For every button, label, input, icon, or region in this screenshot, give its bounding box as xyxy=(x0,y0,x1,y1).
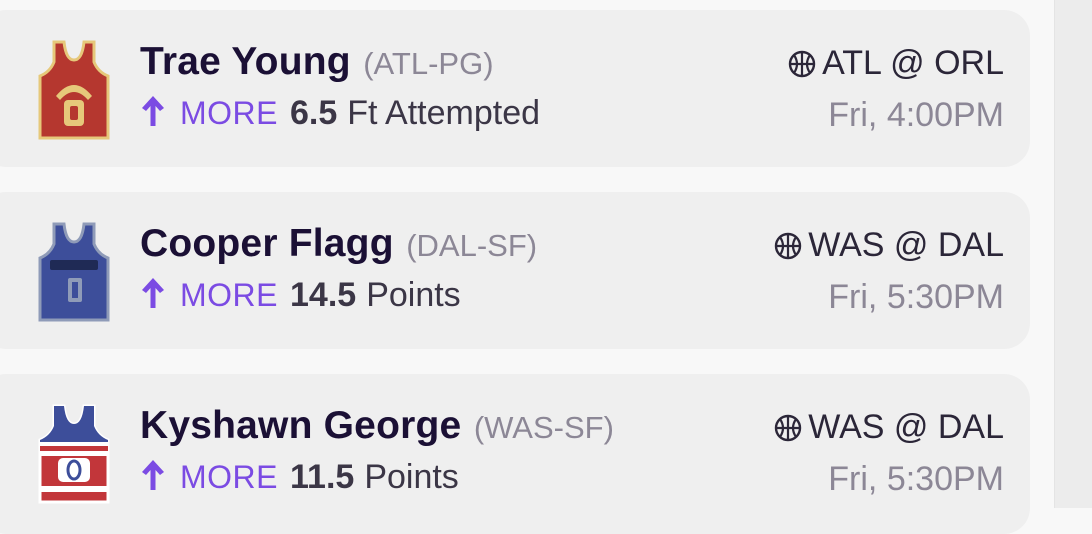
stat-type: Points xyxy=(366,276,461,314)
basketball-icon xyxy=(774,232,802,260)
player-name: Kyshawn George xyxy=(140,404,462,447)
picks-list: Trae Young (ATL-PG) MORE 6.5 Ft Attempte… xyxy=(0,0,1030,534)
player-position: (WAS-SF) xyxy=(473,410,614,445)
basketball-icon xyxy=(774,414,802,442)
player-name: Cooper Flagg xyxy=(140,222,394,265)
basketball-icon xyxy=(788,50,816,78)
pick-card[interactable]: Kyshawn George (WAS-SF) MORE 11.5 Points xyxy=(0,374,1030,534)
line-value: 11.5 xyxy=(290,458,355,496)
matchup: WAS @ DAL xyxy=(808,408,1004,446)
matchup: WAS @ DAL xyxy=(808,226,1004,264)
player-name: Trae Young xyxy=(140,40,351,83)
line-value: 14.5 xyxy=(290,276,357,314)
player-position: (DAL-SF) xyxy=(406,228,538,263)
jersey-icon xyxy=(36,402,112,506)
direction-label: MORE xyxy=(180,95,278,131)
direction-label: MORE xyxy=(180,459,278,495)
arrow-up-icon xyxy=(140,94,166,128)
player-position: (ATL-PG) xyxy=(363,46,494,81)
game-time: Fri, 5:30PM xyxy=(828,278,1004,316)
game-time: Fri, 5:30PM xyxy=(828,460,1004,498)
pick-card[interactable]: Cooper Flagg (DAL-SF) MORE 14.5 Points W xyxy=(0,192,1030,349)
scrollbar[interactable] xyxy=(1054,0,1092,508)
jersey-icon xyxy=(36,220,112,324)
line-value: 6.5 xyxy=(290,94,338,132)
matchup: ATL @ ORL xyxy=(822,44,1004,82)
jersey-icon xyxy=(36,38,112,142)
stat-type: Ft Attempted xyxy=(347,94,541,132)
arrow-up-icon xyxy=(140,458,166,492)
arrow-up-icon xyxy=(140,276,166,310)
pick-card[interactable]: Trae Young (ATL-PG) MORE 6.5 Ft Attempte… xyxy=(0,10,1030,167)
stat-type: Points xyxy=(364,458,459,496)
direction-label: MORE xyxy=(180,277,278,313)
game-time: Fri, 4:00PM xyxy=(828,96,1004,134)
